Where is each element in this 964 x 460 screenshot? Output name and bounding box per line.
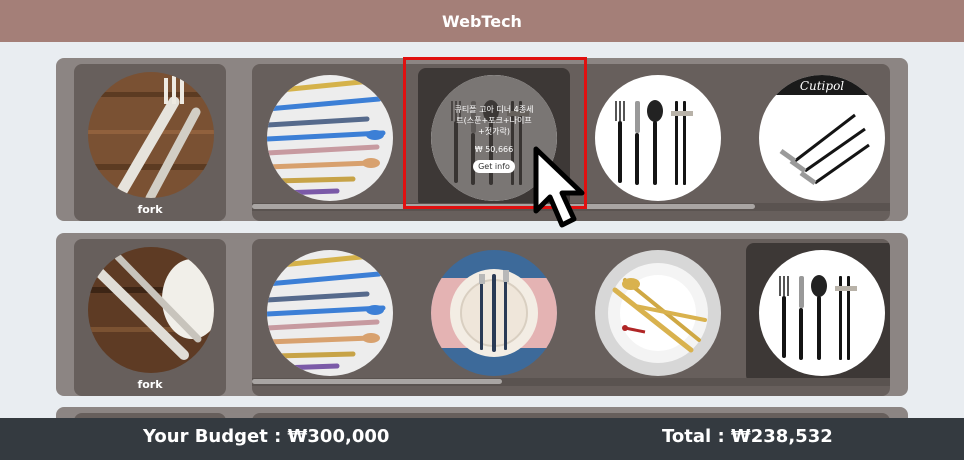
budget-text: Your Budget : ₩300,000 xyxy=(143,426,390,447)
product-card[interactable]: Cutipol xyxy=(746,68,890,208)
product-card[interactable] xyxy=(746,243,890,383)
category-image xyxy=(88,247,214,373)
category-image xyxy=(88,72,214,198)
product-image xyxy=(267,75,393,201)
carousel-scrollbar[interactable] xyxy=(252,378,890,386)
product-image xyxy=(267,250,393,376)
category-card[interactable]: fork xyxy=(74,64,226,221)
product-image xyxy=(595,250,721,376)
app-title: WebTech xyxy=(442,11,522,31)
product-card[interactable] xyxy=(254,243,406,383)
mouse-cursor-icon xyxy=(533,146,585,228)
product-card[interactable] xyxy=(582,68,734,208)
brand-text: Cutipol xyxy=(800,79,844,93)
category-label: fork xyxy=(137,378,163,391)
product-image xyxy=(431,250,557,376)
scrollbar-thumb[interactable] xyxy=(252,379,502,384)
product-card[interactable] xyxy=(418,243,570,383)
product-image xyxy=(759,250,885,376)
category-card[interactable]: fork xyxy=(74,239,226,396)
product-carousel xyxy=(252,239,890,396)
product-card[interactable] xyxy=(582,243,734,383)
app-header: WebTech xyxy=(0,0,964,42)
category-row: fork xyxy=(56,233,908,396)
budget-footer: Your Budget : ₩300,000 Total : ₩238,532 xyxy=(0,418,964,460)
total-text: Total : ₩238,532 xyxy=(662,426,833,447)
product-image: Cutipol xyxy=(759,75,885,201)
product-image xyxy=(595,75,721,201)
category-label: fork xyxy=(137,203,163,216)
product-card[interactable] xyxy=(254,68,406,208)
